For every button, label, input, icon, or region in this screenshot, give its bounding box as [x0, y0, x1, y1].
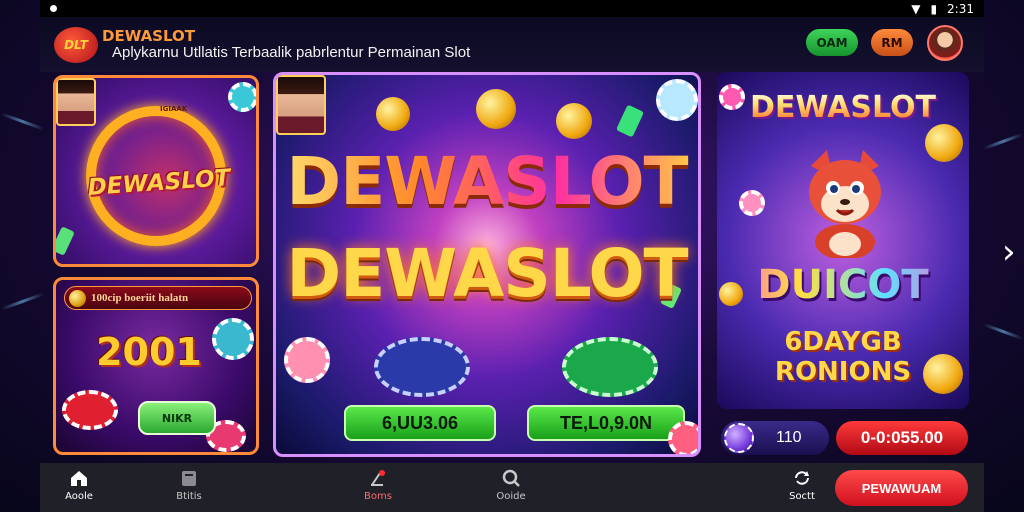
gold-coin: [925, 124, 963, 162]
battery-icon: ▮: [930, 1, 938, 16]
casino-chip: [656, 79, 698, 121]
nav-label: Btitis: [176, 491, 202, 502]
nav-label: Aoole: [65, 491, 93, 502]
status-time: 2:31: [947, 1, 974, 16]
avatar[interactable]: [927, 25, 963, 61]
nav-item-search[interactable]: Ooide: [481, 469, 541, 502]
chevron-right-icon[interactable]: ›: [1002, 232, 1016, 272]
light-streak: [0, 292, 45, 311]
casino-chip-blue: [374, 337, 470, 397]
nav-label: Ooide: [496, 491, 526, 502]
featured-title-line-2: DEWASLOT: [286, 235, 688, 312]
light-streak: [0, 112, 45, 131]
promo-card-left-bottom[interactable]: 100cip boeriit halatn 2001 NIKR: [53, 277, 259, 455]
gold-coin: [376, 97, 410, 131]
casino-chip: [284, 337, 330, 383]
sync-icon: [795, 471, 809, 485]
featured-value-pill-2[interactable]: TE,L0,9.0N: [527, 405, 685, 441]
nav-item-home[interactable]: Aoole: [49, 469, 109, 502]
light-streak: [982, 132, 1024, 151]
bonus-banner: 100cip boeriit halatn: [64, 286, 252, 310]
camera-dot: [50, 5, 57, 12]
search-icon: [502, 469, 520, 487]
gem: [56, 226, 75, 256]
claim-button[interactable]: NIKR: [138, 401, 216, 435]
wifi-icon: ▼: [911, 1, 921, 16]
balance-amount-button[interactable]: 0-0:055.00: [836, 421, 968, 455]
header-green-button[interactable]: OAM: [806, 29, 858, 56]
balance-pill[interactable]: 110: [721, 421, 829, 455]
featured-title-line-1: DEWASLOT: [276, 143, 698, 220]
gem: [615, 104, 645, 138]
mascot-illustration: [809, 150, 881, 258]
gold-coin: [556, 103, 592, 139]
balance-value: 110: [776, 429, 802, 446]
header-orange-button[interactable]: RM: [871, 29, 913, 56]
brand-tagline: Aplykarnu Utllatis Terbaalik pabrlentur …: [112, 43, 471, 61]
nav-label: Soctt: [789, 491, 815, 502]
promo-card-right[interactable]: DEWASLOT DUICOT 6DAYGB RONIONS: [717, 72, 969, 409]
featured-value-pill-1[interactable]: 6,UU3.06: [344, 405, 496, 441]
right-card-caption-line-1: 6DAYGB: [784, 327, 902, 357]
gold-coin: [476, 89, 516, 129]
nav-item-sync[interactable]: Soctt: [772, 469, 832, 502]
app-header: DLT DEWASLOT Aplykarnu Utllatis Terbaali…: [40, 17, 984, 72]
home-icon: [71, 471, 87, 486]
brand: DEWASLOT Aplykarnu Utllatis Terbaalik pa…: [102, 28, 470, 62]
bonus-icon: [371, 470, 385, 486]
status-bar: ▼ ▮ 2:31: [40, 0, 984, 17]
emblem-ribbon-text: IGIAAK: [160, 105, 188, 113]
casino-chip: [668, 421, 698, 454]
nav-label: Boms: [364, 491, 392, 502]
app-logo[interactable]: DLT: [54, 26, 98, 63]
casino-chip: [212, 318, 254, 360]
coin-icon: [69, 290, 86, 307]
nav-item-bonus[interactable]: Boms: [348, 469, 408, 502]
light-streak: [982, 322, 1024, 341]
casino-chip: [739, 190, 765, 216]
brand-name: DEWASLOT: [102, 26, 195, 45]
bottom-nav: Aoole Btitis Boms Ooide Soctt PEWAWUAM: [40, 463, 984, 512]
bonus-banner-text: 100cip boeriit halatn: [91, 292, 189, 304]
right-card-caption-line-2: RONIONS: [774, 357, 912, 387]
casino-chip: [62, 390, 118, 430]
chip-icon: [724, 423, 754, 453]
casino-chip-green: [562, 337, 658, 397]
primary-cta-button[interactable]: PEWAWUAM: [835, 470, 968, 506]
featured-card[interactable]: DEWASLOT DEWASLOT 6,UU3.06 TE,L0,9.0N: [273, 72, 701, 457]
promo-card-left-top[interactable]: IGIAAK DEWASLOT: [53, 75, 259, 267]
nav-item-stats[interactable]: Btitis: [159, 469, 219, 502]
stats-icon: [182, 471, 196, 486]
right-card-title: DEWASLOT: [717, 90, 969, 125]
character-portrait: [56, 78, 96, 126]
character-portrait: [276, 75, 326, 135]
logo-badge-text: DLT: [64, 37, 88, 52]
right-card-caption: 6DAYGB RONIONS: [717, 327, 969, 387]
casino-chip: [228, 82, 256, 112]
bonus-amount: 2001: [96, 330, 202, 374]
right-card-subtitle: DUICOT: [717, 262, 969, 308]
